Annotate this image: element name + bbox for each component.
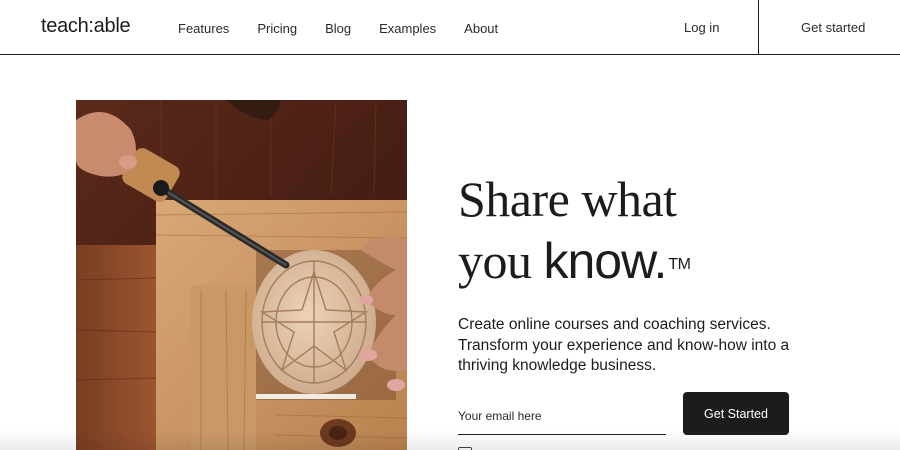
hero-woodcarving-image bbox=[76, 100, 407, 450]
nav-blog[interactable]: Blog bbox=[325, 21, 351, 36]
headline-emphasis: know. bbox=[543, 233, 668, 289]
headline-line-1: Share what bbox=[458, 171, 677, 227]
headline-line-2: you know. TM bbox=[458, 230, 691, 292]
hero-headline: Share what you know. TM bbox=[458, 168, 691, 292]
site-header: teach:able Features Pricing Blog Example… bbox=[0, 0, 900, 55]
nav-features[interactable]: Features bbox=[178, 21, 229, 36]
nav-about[interactable]: About bbox=[464, 21, 498, 36]
header-divider bbox=[758, 0, 759, 55]
get-started-nav-link[interactable]: Get started bbox=[801, 20, 865, 35]
trademark-symbol: TM bbox=[668, 256, 691, 273]
nav-pricing[interactable]: Pricing bbox=[257, 21, 297, 36]
get-started-button[interactable]: Get Started bbox=[683, 392, 789, 435]
nav-examples[interactable]: Examples bbox=[379, 21, 436, 36]
email-input[interactable] bbox=[458, 398, 666, 435]
teachable-logo[interactable]: teach:able bbox=[41, 15, 131, 38]
login-link[interactable]: Log in bbox=[684, 20, 719, 35]
hero-subtext: Create online courses and coaching servi… bbox=[458, 316, 790, 374]
main-nav: Features Pricing Blog Examples About bbox=[178, 21, 526, 36]
headline-prefix: you bbox=[458, 233, 544, 289]
